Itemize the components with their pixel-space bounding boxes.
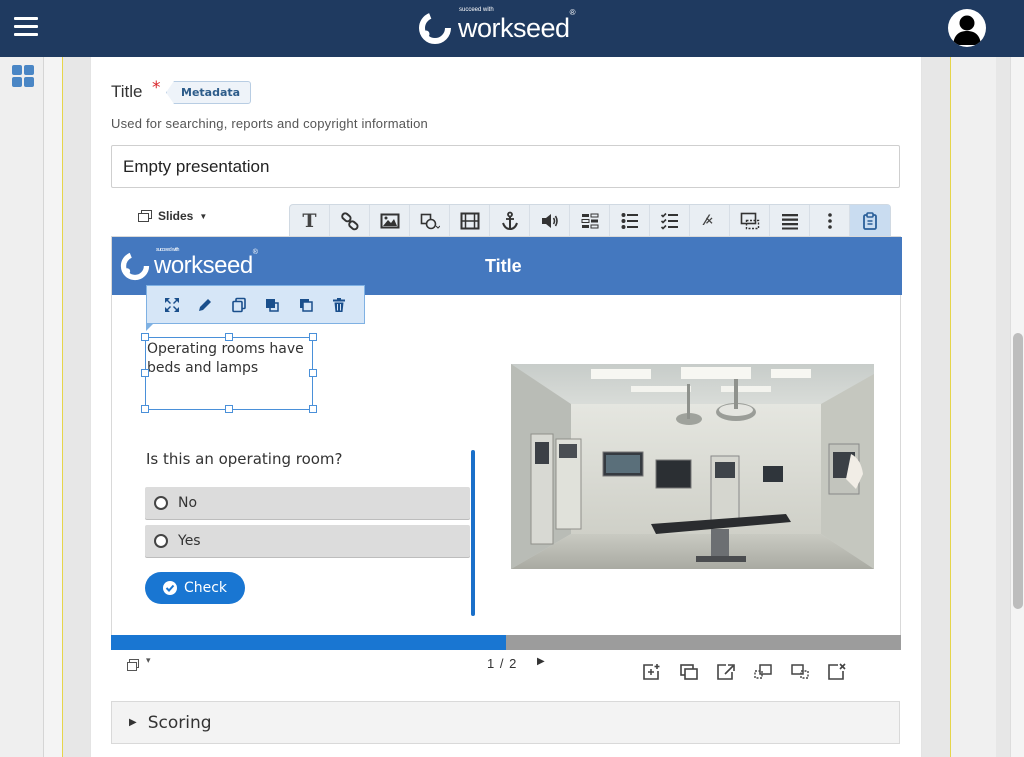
fraction-icon[interactable]: ⁄ × — [690, 205, 730, 236]
shapes-icon[interactable] — [410, 205, 450, 236]
answer-option-label: No — [178, 495, 198, 511]
required-indicator: * — [152, 78, 161, 98]
resize-handle-w[interactable] — [141, 369, 149, 377]
answer-option-yes[interactable]: Yes — [145, 525, 470, 557]
left-rail — [0, 57, 44, 757]
anchor-icon[interactable] — [490, 205, 530, 236]
element-toolbar — [146, 285, 365, 324]
slide-progress-fill — [111, 635, 506, 650]
page-margin-left — [44, 57, 62, 757]
menu-icon[interactable] — [14, 17, 38, 37]
slides-dropdown[interactable]: Slides ▼ — [138, 209, 207, 223]
slide-logo: succeed with workseed® — [120, 247, 258, 281]
check-circle-icon — [162, 581, 177, 595]
brand-name: workseed — [458, 12, 570, 43]
slide-logo-name: workseed — [154, 252, 253, 279]
radio-icon[interactable] — [154, 496, 168, 510]
video-icon[interactable] — [450, 205, 490, 236]
export-slide-icon[interactable] — [714, 661, 738, 683]
sort-icon[interactable] — [570, 205, 610, 236]
answer-option-label: Yes — [178, 533, 201, 549]
resize-handle-n[interactable] — [225, 333, 233, 341]
workseed-logo-icon — [120, 251, 150, 281]
editor-toolbar: T ⁄ × — [289, 204, 891, 236]
trash-icon[interactable] — [328, 294, 350, 316]
audio-icon[interactable] — [530, 205, 570, 236]
user-icon — [953, 15, 981, 45]
dashboard-grid-icon[interactable] — [12, 65, 34, 87]
scoring-section-toggle[interactable]: ▶ Scoring — [111, 701, 900, 744]
image-icon[interactable] — [370, 205, 410, 236]
operating-room-image[interactable] — [511, 364, 874, 569]
single-choice-icon[interactable] — [610, 205, 650, 236]
edit-pencil-icon[interactable] — [194, 294, 216, 316]
title-help-text: Used for searching, reports and copyrigh… — [111, 116, 428, 131]
move-slide-right-icon[interactable] — [788, 661, 812, 683]
text-icon[interactable]: T — [290, 205, 330, 236]
page-counter: 1 / 2 — [487, 656, 518, 671]
slide-logo-tagline: succeed with — [156, 247, 179, 253]
more-icon[interactable] — [810, 205, 850, 236]
duplicate-slide-icon[interactable] — [677, 661, 701, 683]
link-icon[interactable] — [330, 205, 370, 236]
title-label: Title — [111, 82, 143, 101]
slide-progress-bar — [111, 635, 901, 650]
list-icon[interactable] — [770, 205, 810, 236]
chevron-down-icon: ▼ — [199, 211, 208, 221]
radio-icon[interactable] — [154, 534, 168, 548]
operating-room-illustration — [511, 364, 874, 569]
metadata-tag[interactable]: Metadata — [166, 81, 252, 104]
answer-option-no[interactable]: No — [145, 487, 470, 519]
page-scrollbar[interactable] — [1010, 57, 1024, 757]
add-slide-icon[interactable] — [640, 661, 664, 683]
send-backward-icon[interactable] — [295, 294, 317, 316]
check-button[interactable]: Check — [145, 572, 245, 604]
multi-choice-icon[interactable] — [650, 205, 690, 236]
resize-handle-ne[interactable] — [309, 333, 317, 341]
page-margin-right — [951, 57, 996, 757]
check-button-label: Check — [183, 580, 228, 596]
workseed-logo-icon — [419, 12, 451, 44]
brand-tagline: succeed with — [459, 6, 494, 13]
toolbar-pointer — [146, 323, 154, 331]
resize-handle-nw[interactable] — [141, 333, 149, 341]
top-bar: succeed with workseed® — [0, 0, 1024, 57]
resize-handle-sw[interactable] — [141, 405, 149, 413]
duplicate-icon[interactable] — [228, 294, 250, 316]
clipboard-icon[interactable] — [850, 205, 890, 236]
chevron-right-icon: ▶ — [129, 717, 137, 728]
brand-registered: ® — [569, 7, 576, 17]
slides-label: Slides — [158, 209, 194, 223]
page-border-left — [62, 57, 63, 757]
avatar[interactable] — [948, 9, 986, 47]
resize-handle-s[interactable] — [225, 405, 233, 413]
scrollbar-thumb[interactable] — [1013, 333, 1023, 609]
title-input[interactable] — [111, 145, 900, 188]
resize-handle-se[interactable] — [309, 405, 317, 413]
bring-forward-icon[interactable] — [261, 294, 283, 316]
fullscreen-icon[interactable] — [161, 294, 183, 316]
selected-text-box[interactable]: Operating rooms have beds and lamps — [145, 337, 313, 410]
hotspot-icon[interactable] — [730, 205, 770, 236]
slides-icon — [138, 209, 152, 222]
brand-logo[interactable]: succeed with workseed® — [418, 6, 576, 46]
delete-slide-icon[interactable] — [825, 661, 849, 683]
slide-logo-registered: ® — [252, 249, 258, 256]
question-text[interactable]: Is this an operating room? — [146, 450, 343, 468]
next-slide-icon[interactable]: ▶ — [537, 656, 545, 667]
slide-copy-icon[interactable] — [126, 658, 140, 672]
move-slide-left-icon[interactable] — [751, 661, 775, 683]
slide-actions — [640, 661, 849, 683]
slide-copy-caret-icon[interactable]: ▾ — [146, 656, 151, 666]
scoring-label: Scoring — [147, 712, 212, 733]
column-divider[interactable] — [471, 450, 475, 616]
resize-handle-e[interactable] — [309, 369, 317, 377]
slide-title[interactable]: Title — [485, 256, 522, 277]
